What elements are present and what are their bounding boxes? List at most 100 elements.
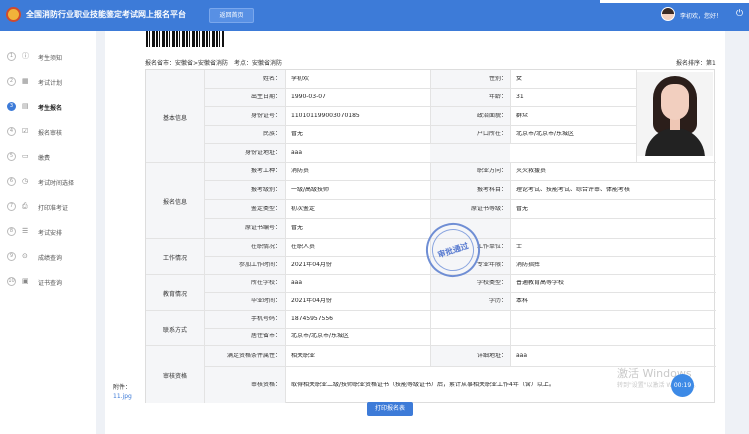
condition-label: 审核资格： [205,382,281,388]
top-edge-strip [600,0,749,3]
politics-label: 政治面貌： [431,113,507,119]
school-type-label: 学校类型： [431,280,507,286]
subject-value: 理论考试、技能考试、综合评审、体能考核 [516,187,631,193]
graduation-value: 2021年04月份 [291,298,332,304]
school-label: 所在学校： [205,280,281,286]
sidebar-item-score[interactable]: 9 ⊙ 成绩查询 [0,243,96,269]
gender-label: 性别： [431,76,507,82]
work-start-value: 2021年04月份 [291,262,332,268]
related-label: 满足资格条件属性： [205,353,281,359]
gender-value: 女 [516,76,523,82]
school-value: aaa [291,280,303,286]
sidebar-item-label: 证书查询 [38,280,63,287]
power-icon[interactable]: ⏻ [736,10,743,19]
type-value: 初次鉴定 [291,206,316,212]
app-title: 全国消防行业职业技能鉴定考试网上报名平台 [26,10,186,19]
sidebar-item-plan[interactable]: 2 ▦ 考试计划 [0,68,96,94]
sidebar-item-payment[interactable]: 5 ▭ 缴费 [0,143,96,169]
sidebar-item-label: 考试计划 [38,80,63,87]
age-label: 年龄： [431,94,507,100]
sidebar-item-audit[interactable]: 4 ☑ 报名审核 [0,118,96,144]
clock-icon: ◷ [22,177,29,185]
sidebar-item-certificate[interactable]: 10 ▣ 证书查询 [0,268,96,294]
age-value: 31 [516,94,524,100]
sidebar-item-label: 报名审核 [38,130,63,137]
birth-label: 出生日期： [205,94,281,100]
avatar[interactable] [661,7,675,21]
right-gutter [739,31,749,434]
cert-level-label: 原证书等级： [431,206,507,212]
work-status-label: 在职情况： [205,244,281,250]
sidebar: 1 ⓘ 考生须知 2 ▦ 考试计划 3 ▤ 考生报名 4 ☑ 报名审核 5 ▭ … [0,31,96,434]
print-icon: ⎙ [22,202,28,210]
address-value: aaa [516,353,528,359]
degree-label: 学历： [431,298,507,304]
type-label: 鉴定类型： [205,206,281,212]
sidebar-item-schedule[interactable]: 8 ☰ 考试安排 [0,218,96,244]
sidebar-item-label: 考试时间选择 [38,180,75,187]
home-button[interactable]: 返回首页 [209,8,254,23]
phone-value: 18745957556 [291,316,333,322]
major-job-value: 消防指挥 [516,262,541,268]
id-number-label: 身份证号： [205,113,281,119]
section-apply-info: 报名信息 [162,199,187,206]
sidebar-item-label: 考生报名 [38,105,63,112]
sidebar-item-print-ticket[interactable]: 7 ⎙ 打印准考证 [0,193,96,219]
sidebar-item-register[interactable]: 3 ▤ 考生报名 [0,93,96,119]
work-start-label: 参加工作时间： [205,262,281,268]
sidebar-item-notice[interactable]: 1 ⓘ 考生须知 [0,43,96,69]
graduation-label: 毕业时间： [205,298,281,304]
breadcrumb: 报名省市：安徽省>安徽省消防 考点：安徽省消防 [145,60,283,67]
barcode [146,31,224,47]
direction-label: 职业方向： [431,168,507,174]
registration-form: 基本信息 报名信息 工作情况 教育情况 联系方式 审核资格 姓名： 李初欢 性别… [145,69,716,403]
address-label: 详细地址： [431,353,507,359]
payment-icon: ▭ [22,152,29,160]
subject-label: 报考科目： [431,187,507,193]
timer-badge[interactable]: 00:19 [671,374,694,397]
job-label: 报考工种： [205,168,281,174]
form-icon: ▤ [22,102,29,110]
info-icon: ⓘ [22,52,29,60]
work-status-value: 在职人员 [291,244,316,250]
school-type-value: 普通教育高等学校 [516,280,565,286]
sidebar-item-label: 打印准考证 [38,205,69,212]
level-label: 报考级别： [205,187,281,193]
hukou-value: 北京市/北京市/东城区 [516,131,575,137]
applicant-photo [637,72,713,156]
step-number: 3 [7,102,16,111]
degree-value: 本科 [516,298,529,304]
id-address-label: 身份证地址： [205,150,281,156]
sidebar-item-label: 考生须知 [38,55,63,62]
sidebar-item-exam-time[interactable]: 6 ◷ 考试时间选择 [0,168,96,194]
id-address-value: aaa [291,150,303,156]
badge-logo-icon [6,7,21,22]
user-greeting[interactable]: 李初欢，您好！ [680,11,722,20]
step-number: 8 [7,227,16,236]
level-value: 一级/高级技师 [291,187,330,193]
order-number: 报名排序：第1 [676,60,716,67]
calendar-icon: ▦ [22,77,29,85]
step-number: 6 [7,177,16,186]
work-unit-value: 士 [516,244,523,250]
city-label: 居住省市： [205,333,281,339]
schedule-icon: ☰ [22,227,29,235]
attachment-link[interactable]: 11.jpg [113,393,132,400]
cert-no-label: 原证书编号： [205,225,281,231]
step-number: 10 [7,277,16,286]
job-value: 消防员 [291,168,310,174]
cert-level-value: 暂无 [516,206,529,212]
certificate-icon: ▣ [22,277,29,285]
nation-value: 暂无 [291,131,304,137]
section-edu-info: 教育情况 [162,291,187,298]
direction-value: 灭火救援员 [516,168,547,174]
step-number: 5 [7,152,16,161]
print-form-button[interactable]: 打印报名表 [367,402,413,416]
city-value: 北京市/北京市/东城区 [291,333,350,339]
related-value: 相关职业 [291,353,316,359]
audit-icon: ☑ [22,127,29,135]
step-number: 7 [7,202,16,211]
step-number: 4 [7,127,16,136]
step-number: 9 [7,252,16,261]
birth-value: 1990-03-07 [291,94,326,100]
